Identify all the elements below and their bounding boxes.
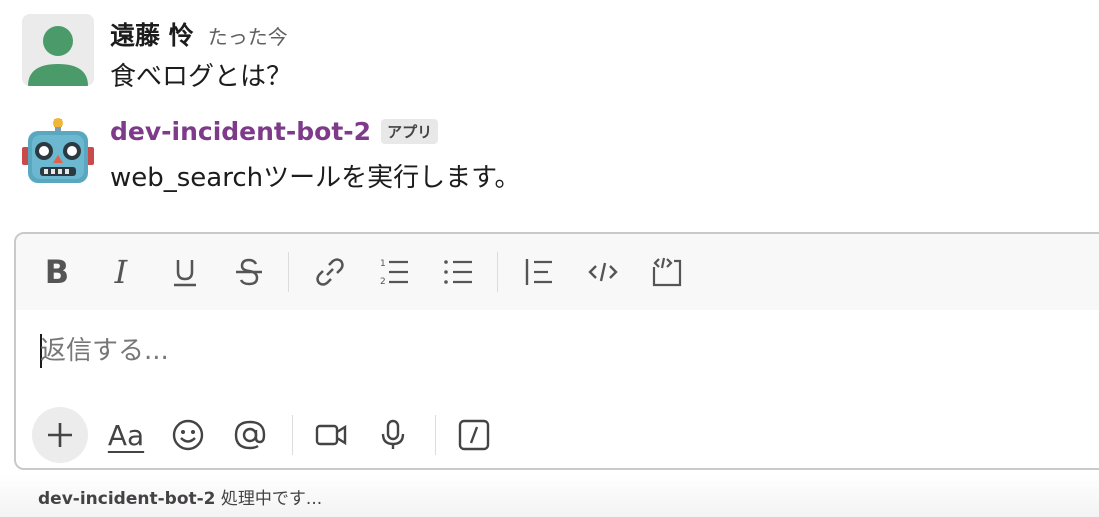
- svg-text:1: 1: [380, 259, 386, 269]
- plus-icon: [48, 423, 72, 447]
- message-header: dev-incident-bot-2 アプリ: [110, 117, 439, 151]
- link-icon: [316, 258, 344, 286]
- slash-command-icon: [458, 419, 490, 451]
- code-icon: [588, 262, 618, 282]
- message-header: 遠藤 怜 たった今: [110, 16, 288, 50]
- typing-indicator: dev-incident-bot-2 処理中です...: [38, 484, 322, 509]
- toolbar-divider: [435, 415, 436, 455]
- bulleted-list-icon: [444, 260, 472, 284]
- bulleted-list-button[interactable]: [435, 249, 481, 295]
- user-avatar[interactable]: [22, 14, 94, 86]
- bold-button[interactable]: B: [34, 249, 80, 295]
- toolbar-divider: [292, 415, 293, 455]
- blockquote-icon: [525, 259, 552, 285]
- italic-button[interactable]: I: [98, 249, 144, 295]
- toolbar-divider: [288, 252, 289, 292]
- ordered-list-icon: 1 2: [380, 259, 408, 287]
- bold-icon: B: [44, 253, 70, 291]
- emoji-icon: [172, 419, 204, 451]
- code-block-icon: [652, 257, 682, 287]
- blockquote-button[interactable]: [516, 249, 562, 295]
- microphone-icon: [381, 419, 405, 449]
- mention-button[interactable]: [226, 411, 274, 459]
- author-name[interactable]: dev-incident-bot-2: [110, 117, 371, 146]
- video-button[interactable]: [307, 411, 355, 459]
- text-format-button[interactable]: Aa: [102, 411, 150, 459]
- reply-input-area[interactable]: [16, 312, 1099, 398]
- message-text: web_searchツールを実行します。: [110, 163, 521, 193]
- thread-view: 遠藤 怜 たった今 食べログとは？ dev-incident-bot-2 アプリ…: [0, 0, 1099, 517]
- message-composer: B I 1 2 返信する... Aa: [14, 232, 1099, 470]
- text-format-icon: Aa: [107, 418, 145, 452]
- code-button[interactable]: [580, 249, 626, 295]
- message-bot: dev-incident-bot-2 アプリ web_searchツールを実行し…: [22, 115, 1082, 193]
- formatting-toolbar: B I 1 2: [16, 234, 1099, 310]
- add-attachment-button[interactable]: [32, 407, 88, 463]
- typing-status-text: 処理中です...: [220, 489, 323, 509]
- reply-input[interactable]: [40, 330, 940, 372]
- underline-icon: [174, 260, 196, 287]
- code-block-button[interactable]: [644, 249, 690, 295]
- app-badge: アプリ: [381, 119, 439, 144]
- slash-command-button[interactable]: [450, 411, 498, 459]
- ordered-list-button[interactable]: 1 2: [371, 249, 417, 295]
- microphone-button[interactable]: [369, 411, 417, 459]
- toolbar-divider: [497, 252, 498, 292]
- video-icon: [315, 424, 347, 446]
- strikethrough-button[interactable]: [226, 249, 272, 295]
- italic-icon: I: [114, 253, 128, 291]
- message-user: 遠藤 怜 たった今 食べログとは？: [22, 14, 1082, 92]
- mention-icon: [234, 420, 266, 450]
- bot-avatar[interactable]: [22, 115, 94, 187]
- typing-bot-name: dev-incident-bot-2: [38, 489, 216, 509]
- typing-status-bar: dev-incident-bot-2 処理中です...: [0, 474, 1099, 517]
- emoji-button[interactable]: [164, 411, 212, 459]
- author-name[interactable]: 遠藤 怜: [110, 16, 194, 52]
- person-icon: [22, 14, 94, 86]
- composer-actions: Aa: [16, 400, 1099, 468]
- link-button[interactable]: [307, 249, 353, 295]
- timestamp[interactable]: たった今: [208, 21, 288, 50]
- svg-text:2: 2: [380, 277, 386, 287]
- message-text: 食べログとは？: [110, 62, 293, 92]
- underline-button[interactable]: [162, 249, 208, 295]
- robot-icon: [22, 118, 94, 183]
- strikethrough-icon: [236, 258, 262, 286]
